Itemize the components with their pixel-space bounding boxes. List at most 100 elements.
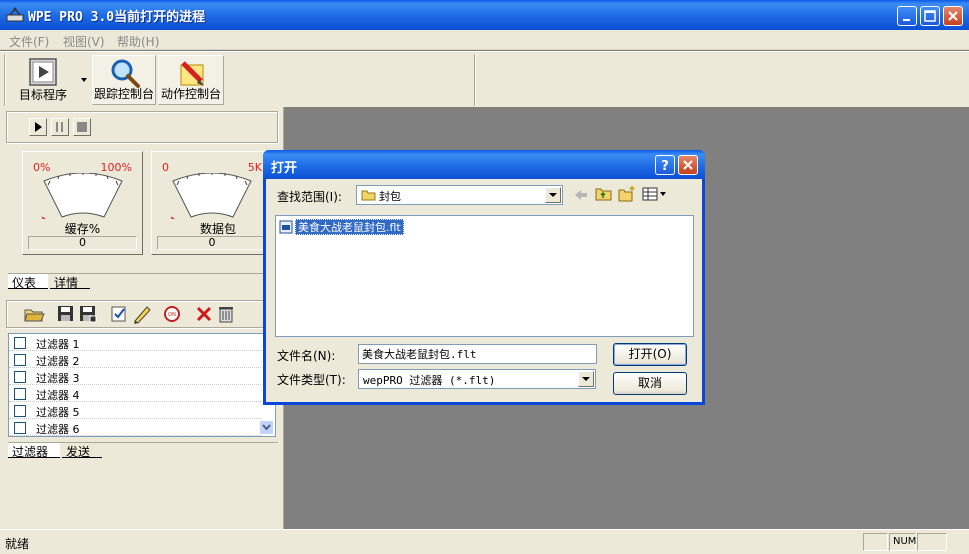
pen-filter-button[interactable] <box>131 303 153 325</box>
open-folder-icon <box>24 309 45 322</box>
filetype-dropdown-button[interactable] <box>578 371 594 387</box>
tab-send[interactable]: 发送 <box>62 443 102 459</box>
left-panel: 0% 100% 缓存% 0 0 5K 数据包 0 仪表 详情 ON 过滤器 1 … <box>0 107 284 529</box>
filter-toolbar: ON <box>6 300 278 328</box>
filetype-value: wepPRO 过滤器 (*.flt) <box>363 374 496 387</box>
dialog-close-button[interactable] <box>678 155 698 175</box>
chevron-down-icon <box>262 424 271 431</box>
save-as-icon <box>80 306 97 323</box>
folder-icon <box>361 190 376 201</box>
chevron-down-icon <box>549 193 557 197</box>
close-icon <box>948 11 958 21</box>
filter-2-checkbox[interactable] <box>14 354 26 366</box>
stop-icon <box>77 122 87 132</box>
close-button[interactable] <box>943 6 963 26</box>
dialog-title-bar[interactable]: 打开 ? <box>263 150 705 179</box>
file-name: 美食大战老鼠封包.flt <box>295 219 404 235</box>
filter-list: 过滤器 1 过滤器 2 过滤器 3 过滤器 4 过滤器 5 过滤器 6 <box>8 333 276 437</box>
view-menu-icon[interactable] <box>642 187 668 201</box>
dialog-title: 打开 <box>271 161 298 176</box>
scroll-down-button[interactable] <box>259 420 274 435</box>
open-button[interactable]: 打开(O) <box>613 343 687 366</box>
svg-text:ON: ON <box>168 312 176 318</box>
filter-4-checkbox[interactable] <box>14 388 26 400</box>
open-file-dialog: 打开 ? 查找范围(I): 封包 美食大战老鼠封包.flt 文件名(N): 文件… <box>263 150 705 405</box>
tab-meter[interactable]: 仪表 <box>8 274 48 290</box>
cancel-button[interactable]: 取消 <box>613 372 687 395</box>
play-icon <box>35 122 42 132</box>
menu-help[interactable]: 帮助(H) <box>117 33 159 50</box>
target-program-label: 目标程序 <box>18 88 67 102</box>
filetype-label: 文件类型(T): <box>277 373 346 387</box>
back-arrow-icon[interactable] <box>573 187 589 203</box>
upper-tab-strip: 仪表 详情 <box>8 273 278 290</box>
menu-file[interactable]: 文件(F) <box>9 33 49 50</box>
maximize-icon <box>924 10 936 22</box>
filetype-select[interactable]: wepPRO 过滤器 (*.flt) <box>358 369 596 389</box>
list-item[interactable]: 过滤器 2 <box>9 351 261 368</box>
maximize-button[interactable] <box>920 6 940 26</box>
svg-text:?: ? <box>661 159 669 172</box>
file-list-pane[interactable]: 美食大战老鼠封包.flt <box>275 215 694 337</box>
filter-6-checkbox[interactable] <box>14 422 26 434</box>
filename-text[interactable] <box>359 345 596 363</box>
edit-filter-button[interactable] <box>109 303 131 325</box>
floppy-disk-icon <box>58 306 73 321</box>
start-capture-button[interactable] <box>29 118 47 136</box>
trace-console-label: 跟踪控制台 <box>93 87 154 101</box>
stop-capture-button[interactable] <box>73 118 91 136</box>
toolbar-grip <box>4 54 6 106</box>
look-in-dropdown-button[interactable] <box>545 187 561 203</box>
minimize-button[interactable] <box>897 6 917 26</box>
menu-bar: 文件(F) 视图(V) 帮助(H) <box>0 30 969 50</box>
dropdown-arrow-icon[interactable] <box>80 77 88 83</box>
trace-console-button[interactable]: 跟踪控制台 <box>92 55 156 105</box>
save-filter-button[interactable] <box>55 303 77 325</box>
tab-filters[interactable]: 过滤器 <box>8 443 60 459</box>
pause-icon <box>56 122 63 132</box>
clear-filters-button[interactable] <box>215 303 237 325</box>
filename-label: 文件名(N): <box>277 349 336 363</box>
minimize-icon <box>903 19 910 21</box>
up-folder-icon[interactable] <box>595 186 613 202</box>
list-item[interactable]: 过滤器 1 <box>9 334 261 351</box>
pause-capture-button[interactable] <box>51 118 69 136</box>
open-filter-button[interactable] <box>23 303 45 325</box>
list-item[interactable]: 过滤器 5 <box>9 402 261 419</box>
list-item[interactable]: 过滤器 6 <box>9 419 261 436</box>
status-num-indicator: NUM <box>889 533 916 551</box>
filter-1-checkbox[interactable] <box>14 337 26 349</box>
save-as-filter-button[interactable] <box>77 303 99 325</box>
toggle-filter-button[interactable]: ON <box>161 303 183 325</box>
new-folder-icon[interactable] <box>618 185 636 202</box>
filename-input[interactable] <box>358 344 597 364</box>
menu-view[interactable]: 视图(V) <box>63 33 105 50</box>
pen-icon <box>134 306 151 324</box>
buffer-gauge-dial <box>42 173 123 219</box>
tab-details[interactable]: 详情 <box>50 274 90 290</box>
target-program-button[interactable]: 目标程序 <box>14 55 90 105</box>
list-item[interactable]: 过滤器 3 <box>9 368 261 385</box>
status-text: 就绪 <box>5 537 30 551</box>
trash-icon <box>219 307 233 323</box>
filter-5-checkbox[interactable] <box>14 405 26 417</box>
buffer-gauge-label: 缓存% <box>64 222 101 236</box>
look-in-label: 查找范围(I): <box>277 190 342 204</box>
packet-gauge-readout: 0 <box>157 236 267 250</box>
status-cell-scroll <box>917 533 947 551</box>
status-bar: 就绪 NUM <box>0 529 969 554</box>
filter-3-checkbox[interactable] <box>14 371 26 383</box>
red-x-icon <box>196 306 212 322</box>
check-edit-icon <box>111 306 126 322</box>
lower-tab-strip: 过滤器 发送 <box>8 442 278 459</box>
help-button[interactable]: ? <box>655 155 675 175</box>
delete-filter-button[interactable] <box>193 303 215 325</box>
close-icon <box>683 160 693 170</box>
title-bar[interactable]: WPE PRO 3.0当前打开的进程 <box>0 0 969 30</box>
look-in-select[interactable]: 封包 <box>356 185 563 205</box>
list-item[interactable]: 过滤器 4 <box>9 385 261 402</box>
on-switch-icon: ON <box>164 306 180 322</box>
action-console-button[interactable]: 动作控制台 <box>158 55 224 105</box>
window-title: WPE PRO 3.0当前打开的进程 <box>28 10 206 25</box>
toolbar-separator <box>474 54 476 106</box>
